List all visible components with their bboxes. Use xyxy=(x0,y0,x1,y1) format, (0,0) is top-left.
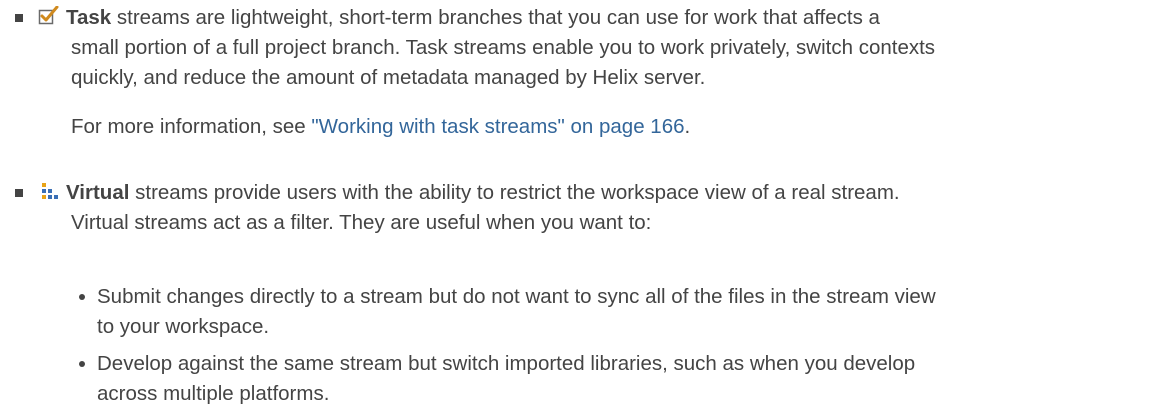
task-line1-text: streams are lightweight, short-term bran… xyxy=(111,6,880,29)
virtual-term: Virtual xyxy=(66,181,130,204)
subitem-text: Submit changes directly to a stream but … xyxy=(97,282,1137,342)
document-page: Task streams are lightweight, short-term… xyxy=(0,0,1161,409)
subitem-line2: across multiple platforms. xyxy=(97,382,330,405)
task-line2: small portion of a full project branch. … xyxy=(71,36,936,59)
more-info-prefix: For more information, see xyxy=(71,115,312,138)
subitem-line1: Submit changes directly to a stream but … xyxy=(97,285,936,308)
virtual-paragraph: Virtual streams provide users with the a… xyxy=(40,178,1150,208)
task-more-info: For more information, see "Working with … xyxy=(71,112,1141,142)
task-continuation: small portion of a full project branch. … xyxy=(71,33,1141,93)
dot-bullet-icon xyxy=(79,361,85,367)
dot-bullet-icon xyxy=(79,294,85,300)
virtual-line2: Virtual streams act as a filter. They ar… xyxy=(71,211,652,234)
virtual-continuation: Virtual streams act as a filter. They ar… xyxy=(71,208,1141,238)
task-term: Task xyxy=(66,6,112,29)
task-paragraph: Task streams are lightweight, short-term… xyxy=(38,3,1148,33)
square-bullet-icon xyxy=(15,189,23,197)
task-line3: quickly, and reduce the amount of metada… xyxy=(71,66,706,89)
virtual-line1-text: streams provide users with the ability t… xyxy=(129,181,900,204)
task-stream-checkbox-icon xyxy=(38,5,60,35)
virtual-stream-icon xyxy=(40,180,60,210)
subitem-text: Develop against the same stream but swit… xyxy=(97,349,1137,409)
task-streams-link[interactable]: "Working with task streams" on page 166 xyxy=(311,115,684,138)
more-info-suffix: . xyxy=(684,115,691,138)
subitem-line2: to your workspace. xyxy=(97,315,270,338)
square-bullet-icon xyxy=(15,14,23,22)
subitem-line1: Develop against the same stream but swit… xyxy=(97,352,916,375)
